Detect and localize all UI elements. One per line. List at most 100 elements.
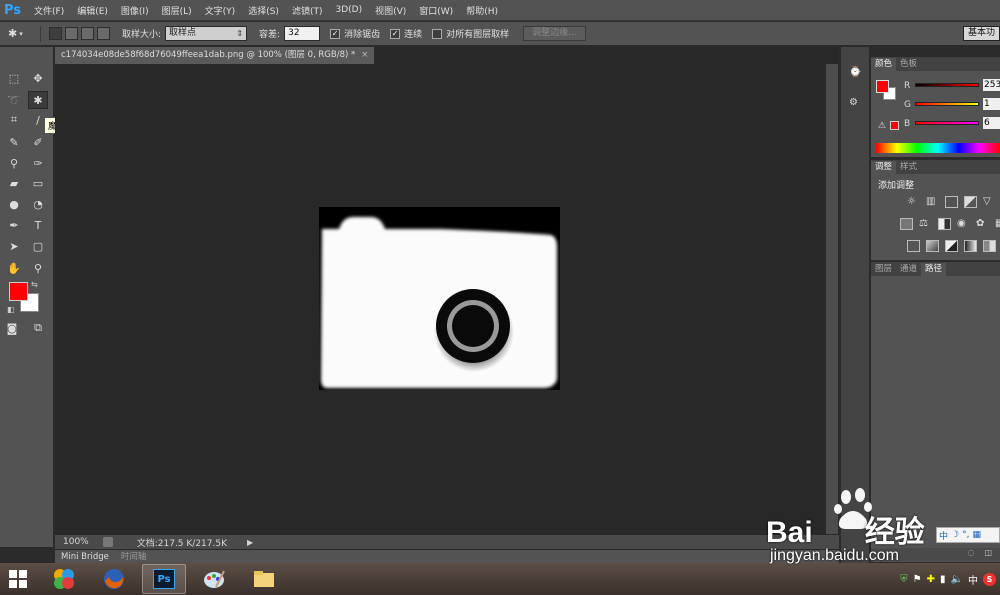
color-spectrum-bar[interactable]	[876, 143, 1000, 153]
selective-color-icon[interactable]	[983, 240, 996, 252]
document-tab[interactable]: c174034e08de58f68d76049ffeea1dab.png @ 1…	[55, 47, 376, 64]
invert-icon[interactable]	[907, 240, 920, 252]
tool-preset-picker[interactable]: ✱ ▾	[8, 26, 36, 42]
gradient-tool[interactable]: ▭	[28, 174, 48, 192]
workspace-switcher[interactable]: 基本功	[962, 26, 1000, 41]
black-white-icon[interactable]	[938, 218, 951, 230]
sample-all-layers-checkbox[interactable]	[432, 28, 443, 39]
antialias-checkbox[interactable]: ✓	[330, 28, 341, 39]
brush-tool[interactable]: ✐	[28, 133, 48, 151]
shape-tool[interactable]: ▢	[28, 237, 48, 255]
tab-swatches[interactable]: 色板	[896, 58, 921, 71]
hand-tool[interactable]: ✋	[4, 259, 24, 277]
levels-icon[interactable]: ▥	[926, 196, 939, 208]
clone-stamp-tool[interactable]: ⚲	[4, 154, 24, 172]
taskbar-app-360-icon[interactable]	[42, 564, 86, 594]
vibrance-icon[interactable]: ▽	[983, 196, 996, 208]
tab-adjustments[interactable]: 调整	[871, 161, 897, 174]
channel-mixer-icon[interactable]: ✿	[976, 218, 989, 230]
menu-3d[interactable]: 3D(D)	[335, 5, 362, 15]
b-slider[interactable]	[915, 121, 979, 125]
tab-layers[interactable]: 图层	[871, 263, 896, 276]
type-tool[interactable]: T	[28, 216, 48, 234]
subtract-from-selection-button[interactable]	[81, 27, 94, 40]
menu-type[interactable]: 文字(Y)	[205, 4, 236, 17]
start-button[interactable]	[0, 563, 36, 595]
refine-edge-button[interactable]: 调整边缘...	[523, 26, 586, 41]
status-menu-arrow-icon[interactable]: ▶	[247, 538, 253, 547]
healing-brush-tool[interactable]: ✎	[4, 133, 24, 151]
blur-tool[interactable]: ●	[4, 195, 24, 213]
intersect-selection-button[interactable]	[97, 27, 110, 40]
path-selection-tool[interactable]: ➤	[4, 237, 24, 255]
tray-plus-icon[interactable]: ✚	[927, 574, 935, 585]
menu-file[interactable]: 文件(F)	[34, 4, 64, 17]
tray-ime-label[interactable]: 中	[968, 572, 978, 587]
tab-color[interactable]: 颜色	[871, 58, 897, 71]
close-document-icon[interactable]: ×	[361, 50, 368, 60]
g-slider[interactable]	[915, 102, 979, 106]
default-colors-icon[interactable]: ◧	[7, 305, 15, 314]
add-to-selection-button[interactable]	[65, 27, 78, 40]
new-path-icon[interactable]: ◌	[967, 548, 974, 561]
status-info-icon[interactable]	[102, 537, 113, 547]
tolerance-input[interactable]: 32	[284, 26, 321, 41]
move-tool[interactable]: ✥	[28, 69, 48, 87]
magic-wand-tool[interactable]: ✱	[28, 91, 48, 109]
document-vertical-scrollbar[interactable]	[825, 64, 838, 534]
tray-shield-icon[interactable]: ⛨	[900, 574, 908, 585]
panel-fg-swatch[interactable]	[876, 80, 889, 93]
threshold-icon[interactable]	[945, 240, 958, 252]
brightness-icon[interactable]: ☼	[907, 196, 920, 208]
taskbar-explorer-icon[interactable]	[242, 564, 286, 594]
history-brush-tool[interactable]: ✑	[28, 154, 48, 172]
zoom-level[interactable]: 100%	[63, 537, 89, 547]
hue-saturation-icon[interactable]	[900, 218, 913, 230]
taskbar-firefox-icon[interactable]	[92, 564, 136, 594]
gamut-warning-icon[interactable]: ⚠	[878, 121, 886, 131]
menu-edit[interactable]: 编辑(E)	[77, 4, 108, 17]
add-mask-icon[interactable]: ◫	[984, 548, 992, 561]
tab-styles[interactable]: 样式	[896, 161, 921, 174]
menu-image[interactable]: 图像(I)	[121, 4, 149, 17]
eraser-tool[interactable]: ▰	[4, 174, 24, 192]
curves-icon[interactable]	[945, 196, 958, 208]
r-value[interactable]: 253	[983, 79, 1000, 91]
exposure-icon[interactable]	[964, 196, 977, 208]
tray-volume-icon[interactable]: 🔈	[951, 574, 963, 585]
tab-timeline[interactable]: 时间轴	[115, 550, 153, 564]
g-value[interactable]: 1	[983, 98, 1000, 110]
menu-view[interactable]: 视图(V)	[375, 4, 406, 17]
photo-filter-icon[interactable]: ◉	[957, 218, 970, 230]
screen-mode-icon[interactable]: ⧉	[28, 319, 48, 337]
tray-antivirus-icon[interactable]: S	[983, 572, 996, 586]
image-canvas[interactable]	[319, 207, 560, 390]
tray-network-icon[interactable]: ▮	[940, 574, 946, 585]
history-panel-icon[interactable]: ⌚	[849, 67, 863, 81]
menu-window[interactable]: 窗口(W)	[419, 4, 453, 17]
foreground-color-swatch[interactable]	[9, 282, 28, 301]
tab-channels[interactable]: 通道	[896, 263, 921, 276]
taskbar-photoshop-icon[interactable]: Ps	[142, 564, 186, 594]
dodge-tool[interactable]: ◔	[28, 195, 48, 213]
menu-layer[interactable]: 图层(L)	[162, 4, 192, 17]
tray-flag-icon[interactable]: ⚑	[913, 574, 922, 585]
b-value[interactable]: 6	[983, 117, 1000, 129]
color-balance-icon[interactable]: ⚖	[919, 218, 932, 230]
tab-paths[interactable]: 路径	[921, 263, 947, 276]
swap-colors-icon[interactable]: ⇆	[31, 280, 38, 289]
zoom-tool[interactable]: ⚲	[28, 259, 48, 277]
posterize-icon[interactable]	[926, 240, 939, 252]
new-selection-button[interactable]	[49, 27, 62, 40]
tab-mini-bridge[interactable]: Mini Bridge	[55, 550, 115, 564]
gamut-color-swatch[interactable]	[890, 121, 899, 130]
menu-help[interactable]: 帮助(H)	[466, 4, 498, 17]
crop-tool[interactable]: ⌗	[4, 111, 24, 129]
pen-tool[interactable]: ✒	[4, 216, 24, 234]
taskbar-paint-icon[interactable]	[192, 564, 236, 594]
quick-mask-icon[interactable]: ◙	[2, 319, 22, 337]
menu-select[interactable]: 选择(S)	[248, 4, 279, 17]
marquee-tool[interactable]: ⬚	[4, 69, 24, 87]
menu-filter[interactable]: 滤镜(T)	[292, 4, 323, 17]
contiguous-checkbox[interactable]: ✓	[390, 28, 401, 39]
